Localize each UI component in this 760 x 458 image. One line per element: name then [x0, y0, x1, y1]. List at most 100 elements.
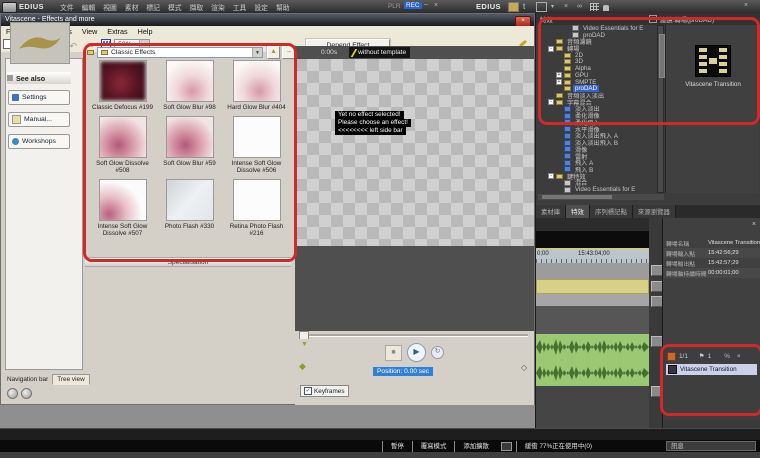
- vitascene-close-button[interactable]: ×: [515, 16, 531, 27]
- title-icon[interactable]: t: [523, 3, 532, 11]
- palette-tab[interactable]: 來源瀏覽器: [633, 205, 676, 218]
- close-icon[interactable]: ×: [752, 221, 756, 228]
- sidebar-link-button[interactable]: Manual...: [8, 112, 70, 127]
- link-label: Settings: [22, 94, 47, 101]
- plr-tab[interactable]: PLR: [388, 3, 400, 10]
- expander-icon[interactable]: -: [548, 173, 554, 179]
- effect-item[interactable]: Soft Glow Blur #98: [156, 60, 223, 111]
- checkbox-icon[interactable]: [649, 15, 657, 23]
- tree-item[interactable]: 音頻濾鏡: [538, 38, 657, 45]
- menu-item[interactable]: 編輯: [78, 2, 100, 12]
- effect-item[interactable]: Soft Glow Blur #59: [156, 116, 223, 174]
- palette-tab[interactable]: 序列標記點: [590, 205, 633, 218]
- template-chip[interactable]: without template: [349, 47, 410, 58]
- nav-dot-button[interactable]: [21, 388, 32, 399]
- tree-vertical-scrollbar[interactable]: [657, 25, 664, 193]
- keyframes-button[interactable]: ✓ Keyframes: [300, 385, 349, 397]
- tree-item[interactable]: Video Essentials for E: [538, 186, 657, 193]
- link-icon[interactable]: ∞: [577, 3, 586, 11]
- close-icon[interactable]: ×: [434, 2, 438, 9]
- stop-button[interactable]: ■: [385, 345, 402, 361]
- applied-effect-item[interactable]: Vitascene Transition: [666, 364, 757, 375]
- preview-timeline-slider[interactable]: [295, 331, 534, 339]
- play-button[interactable]: ▶: [407, 343, 426, 362]
- menu-item[interactable]: 設定: [250, 2, 272, 12]
- menu-item[interactable]: 視圖: [99, 2, 121, 12]
- keyframe-diamond-outline-icon[interactable]: ◇: [521, 363, 527, 372]
- close-icon[interactable]: ×: [737, 353, 741, 360]
- flag-icon[interactable]: ⚑: [699, 352, 705, 360]
- sidebar-tab[interactable]: Navigation bar: [3, 375, 52, 384]
- tree-item[interactable]: 飛入 B: [538, 166, 657, 173]
- message-icon[interactable]: [501, 442, 512, 451]
- scrollbar-thumb[interactable]: [542, 195, 612, 199]
- bottom-frame: [0, 452, 760, 458]
- vitascene-titlebar[interactable]: Vitascene - Effects and more: [1, 14, 534, 26]
- duplicate-icon[interactable]: [536, 2, 547, 12]
- expander-icon[interactable]: -: [548, 99, 554, 105]
- folder-icon[interactable]: [508, 2, 519, 12]
- menu-item[interactable]: 渲染: [207, 2, 229, 12]
- transition-thumbnail[interactable]: [695, 45, 731, 77]
- keyframe-diamond-icon[interactable]: ◆: [299, 361, 306, 372]
- vitascene-menu-item[interactable]: View: [77, 27, 102, 36]
- timeline-ruler[interactable]: 0;0015:43:04;00: [536, 250, 663, 263]
- minimize-icon[interactable]: –: [424, 1, 428, 8]
- expander-icon[interactable]: -: [548, 46, 554, 52]
- menu-item[interactable]: 素材: [121, 2, 143, 12]
- nav-dot-button[interactable]: [7, 388, 18, 399]
- effect-item[interactable]: Soft Glow Dissolve #508: [89, 116, 156, 174]
- settings-icon[interactable]: %: [724, 353, 730, 360]
- specialisation-section-header[interactable]: Specialisation: [85, 257, 291, 267]
- menu-item[interactable]: 幫助: [272, 2, 294, 12]
- tree-item[interactable]: proDAD: [538, 32, 657, 39]
- sidebar-tab[interactable]: Tree view: [52, 374, 89, 385]
- apply-arrow-icon[interactable]: →: [282, 46, 295, 59]
- tree-item[interactable]: 3D: [538, 59, 657, 66]
- message-tab[interactable]: 訊息: [666, 441, 756, 451]
- vitascene-menu-item[interactable]: Help: [133, 27, 158, 36]
- effect-item[interactable]: Classic Defocus #199: [89, 60, 156, 111]
- effect-item[interactable]: Intense Soft Glow Dissolve #507: [89, 179, 156, 237]
- lock-icon[interactable]: [603, 5, 609, 11]
- effect-item[interactable]: Retina Photo Flash #216: [223, 179, 290, 237]
- menu-item[interactable]: 標記: [142, 2, 164, 12]
- tree-item[interactable]: - 轉場: [538, 45, 657, 52]
- track-clip-yellow[interactable]: [536, 279, 649, 294]
- tree-horizontal-scrollbar[interactable]: [538, 194, 664, 200]
- grid-view-icon[interactable]: [590, 3, 599, 11]
- chevron-down-icon[interactable]: ▾: [551, 3, 560, 11]
- effect-item[interactable]: Photo Flash #330: [156, 179, 223, 237]
- effect-item[interactable]: Intense Soft Glow Dissolve #506: [223, 116, 290, 174]
- menu-item[interactable]: 文件: [56, 2, 78, 12]
- tree-item[interactable]: 飛入 A: [538, 159, 657, 166]
- expander-icon[interactable]: +: [556, 79, 562, 85]
- tree-item[interactable]: 雷射: [538, 153, 657, 160]
- menu-item[interactable]: 工具: [229, 2, 251, 12]
- palette-tab[interactable]: 素材庫: [536, 205, 566, 218]
- track-video-2[interactable]: [536, 294, 649, 306]
- tree-item[interactable]: 音頻淡入淡出: [538, 92, 657, 99]
- tree-item[interactable]: Alpha: [538, 65, 657, 72]
- menu-item[interactable]: 模式: [164, 2, 186, 12]
- effect-item[interactable]: Hard Glow Blur #404: [223, 60, 290, 111]
- palette-tab[interactable]: 特效: [566, 205, 590, 218]
- timeline-titlebar[interactable]: ×: [536, 218, 663, 231]
- track-audio-waveform[interactable]: [536, 334, 649, 386]
- category-select[interactable]: Classic Effects ▼: [97, 47, 263, 58]
- menu-item[interactable]: 擷取: [186, 2, 208, 12]
- bin-close-icon[interactable]: ×: [744, 2, 748, 9]
- tree-item[interactable]: 2D: [538, 52, 657, 59]
- track-video[interactable]: [536, 263, 649, 280]
- sidebar-link-button[interactable]: Workshops: [8, 134, 70, 149]
- folder-up-icon[interactable]: ▲: [267, 46, 280, 59]
- rec-tab[interactable]: REC: [404, 2, 422, 9]
- sidebar-link-button[interactable]: Settings: [8, 90, 70, 105]
- vitascene-menu-item[interactable]: Extras: [102, 27, 132, 36]
- tree-item[interactable]: - 鍵特效: [538, 173, 657, 180]
- loop-button[interactable]: ↻: [431, 346, 444, 359]
- delete-icon[interactable]: ×: [564, 3, 573, 11]
- tree-item[interactable]: 淡入淡出飛入 B: [538, 139, 657, 146]
- marker-triangle-icon[interactable]: ▼: [301, 341, 308, 348]
- expander-icon[interactable]: +: [556, 72, 562, 78]
